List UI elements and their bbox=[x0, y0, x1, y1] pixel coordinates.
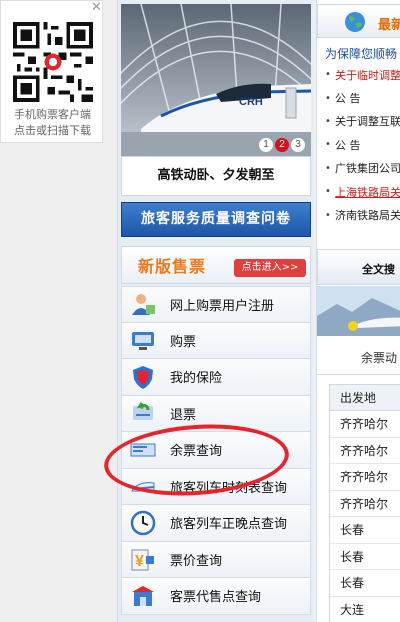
menu-item-register[interactable]: 网上购票用户注册 bbox=[121, 286, 311, 323]
fulltext-search-title: 全文搜 bbox=[362, 263, 395, 276]
svg-text:¥: ¥ bbox=[135, 553, 144, 570]
qr-caption-line2: 点击或扫描下载 bbox=[14, 124, 91, 137]
survey-button[interactable]: 旅客服务质量调查问卷 bbox=[121, 202, 311, 237]
insurance-shield-icon bbox=[133, 365, 153, 389]
news-item[interactable]: • 上海铁路局关 bbox=[325, 180, 400, 203]
menu-label-ticket-query: 余票查询 bbox=[170, 444, 223, 460]
fare-price-icon: ¥ bbox=[131, 549, 154, 571]
news-item[interactable]: • 济南铁路局关 bbox=[325, 203, 400, 226]
qr-download-card[interactable]: ✕ 手机购票客户端 点击或扫描下载 bbox=[0, 0, 103, 143]
user-register-icon bbox=[132, 294, 155, 316]
menu-label-fare-query: 票价查询 bbox=[170, 553, 223, 569]
train-crh-label: CRH bbox=[239, 96, 263, 108]
menu-item-agency-query[interactable]: 客票代售点查询 bbox=[121, 578, 311, 615]
table-row[interactable]: 大连 bbox=[330, 597, 400, 622]
menu-item-purchase[interactable]: 购票 bbox=[121, 322, 311, 359]
ticket-purchase-icon bbox=[132, 332, 154, 351]
banner-caption-link[interactable]: 高铁动卧、夕发朝至 bbox=[121, 156, 311, 196]
train-timetable-icon bbox=[131, 482, 155, 492]
ticket-agency-icon bbox=[132, 585, 154, 606]
center-column: CRH 1 2 3 高铁动卧、夕发朝至 旅客服务质量调查问卷 新版售票 点击进入… bbox=[117, 0, 313, 622]
table-row[interactable]: 长春 bbox=[330, 544, 400, 570]
qr-caption-line1: 手机购票客户端 bbox=[14, 108, 91, 121]
pager-dot-1[interactable]: 1 bbox=[259, 138, 273, 152]
menu-label-register: 网上购票用户注册 bbox=[170, 298, 275, 314]
menu-label-timetable: 旅客列车时刻表查询 bbox=[170, 480, 288, 496]
ticket-query-icon bbox=[130, 443, 156, 457]
menu-item-timetable[interactable]: 旅客列车时刻表查询 bbox=[121, 468, 311, 505]
fulltext-search-header: 全文搜 bbox=[317, 249, 400, 285]
clock-icon bbox=[130, 510, 156, 535]
news-item[interactable]: • 关于临时调整 bbox=[325, 63, 400, 86]
table-row[interactable]: 齐齐哈尔 bbox=[330, 411, 400, 438]
menu-label-refund: 退票 bbox=[170, 407, 197, 423]
pager-dot-3[interactable]: 3 bbox=[291, 138, 305, 152]
menu-item-refund[interactable]: 退票 bbox=[121, 395, 311, 432]
news-intro-link[interactable]: 为保障您顺畅 bbox=[325, 45, 397, 62]
banner-train-image bbox=[121, 4, 311, 156]
qr-caption: 手机购票客户端 点击或扫描下载 bbox=[3, 107, 102, 139]
table-row[interactable]: 齐齐哈尔 bbox=[330, 438, 400, 464]
news-item[interactable]: • 广铁集团公司 bbox=[325, 157, 400, 180]
service-menu: 网上购票用户注册 购票 我的保险 退票 余票查询 旅客列车时刻表查询 旅客列车正… bbox=[121, 286, 311, 615]
tab-remaining-tickets[interactable]: 余票动 bbox=[361, 349, 397, 366]
banner-carousel[interactable]: CRH 1 2 3 bbox=[121, 4, 311, 156]
menu-item-fare-query[interactable]: ¥ 票价查询 bbox=[121, 541, 311, 578]
table-row[interactable]: 齐齐哈尔 bbox=[330, 464, 400, 491]
news-item[interactable]: • 公 告 bbox=[325, 133, 400, 156]
menu-item-delay-query[interactable]: 旅客列车正晚点查询 bbox=[121, 505, 311, 542]
news-title: 最新 bbox=[378, 18, 400, 33]
table-row[interactable]: 长春 bbox=[330, 570, 400, 597]
menu-label-agency-query: 客票代售点查询 bbox=[170, 590, 262, 606]
table-row[interactable]: 齐齐哈尔 bbox=[330, 491, 400, 517]
right-column: 最新 为保障您顺畅 •关于临时调整 •公 告 •关于调整互联 •公 告 •广铁集… bbox=[316, 0, 400, 622]
close-icon[interactable]: ✕ bbox=[89, 1, 104, 16]
menu-label-insurance: 我的保险 bbox=[170, 371, 223, 387]
enter-new-version-button[interactable]: 点击进入>> bbox=[234, 259, 306, 277]
carousel-pager: 1 2 3 bbox=[259, 138, 305, 152]
qr-code-image[interactable] bbox=[13, 22, 93, 102]
news-header: 最新 bbox=[317, 4, 400, 38]
menu-item-insurance[interactable]: 我的保险 bbox=[121, 359, 311, 396]
news-item[interactable]: • 公 告 bbox=[325, 86, 400, 109]
menu-label-purchase: 购票 bbox=[170, 334, 197, 350]
news-list: • 关于临时调整 • 公 告 • 关于调整互联 • 公 告 • 广铁集团公司 • 上海铁路局… bbox=[325, 63, 400, 227]
globe-icon bbox=[345, 12, 365, 32]
table-header-departure: 出发地 bbox=[330, 384, 400, 411]
search-tab-bar: 余票动 bbox=[317, 337, 400, 375]
menu-label-delay-query: 旅客列车正晚点查询 bbox=[170, 517, 288, 533]
departure-table: 出发地 齐齐哈尔 齐齐哈尔 齐齐哈尔 齐齐哈尔 长春 长春 长春 大连 bbox=[329, 384, 400, 622]
refund-arrow-icon bbox=[133, 402, 153, 421]
menu-item-ticket-query[interactable]: 余票查询 bbox=[121, 432, 311, 469]
new-version-title: 新版售票 bbox=[138, 257, 207, 276]
pager-dot-2[interactable]: 2 bbox=[275, 138, 289, 152]
search-banner-image bbox=[317, 286, 400, 336]
news-item[interactable]: • 关于调整互联 bbox=[325, 110, 400, 133]
table-row[interactable]: 长春 bbox=[330, 517, 400, 544]
new-version-ticketing-banner[interactable]: 新版售票 点击进入>> bbox=[121, 246, 311, 284]
